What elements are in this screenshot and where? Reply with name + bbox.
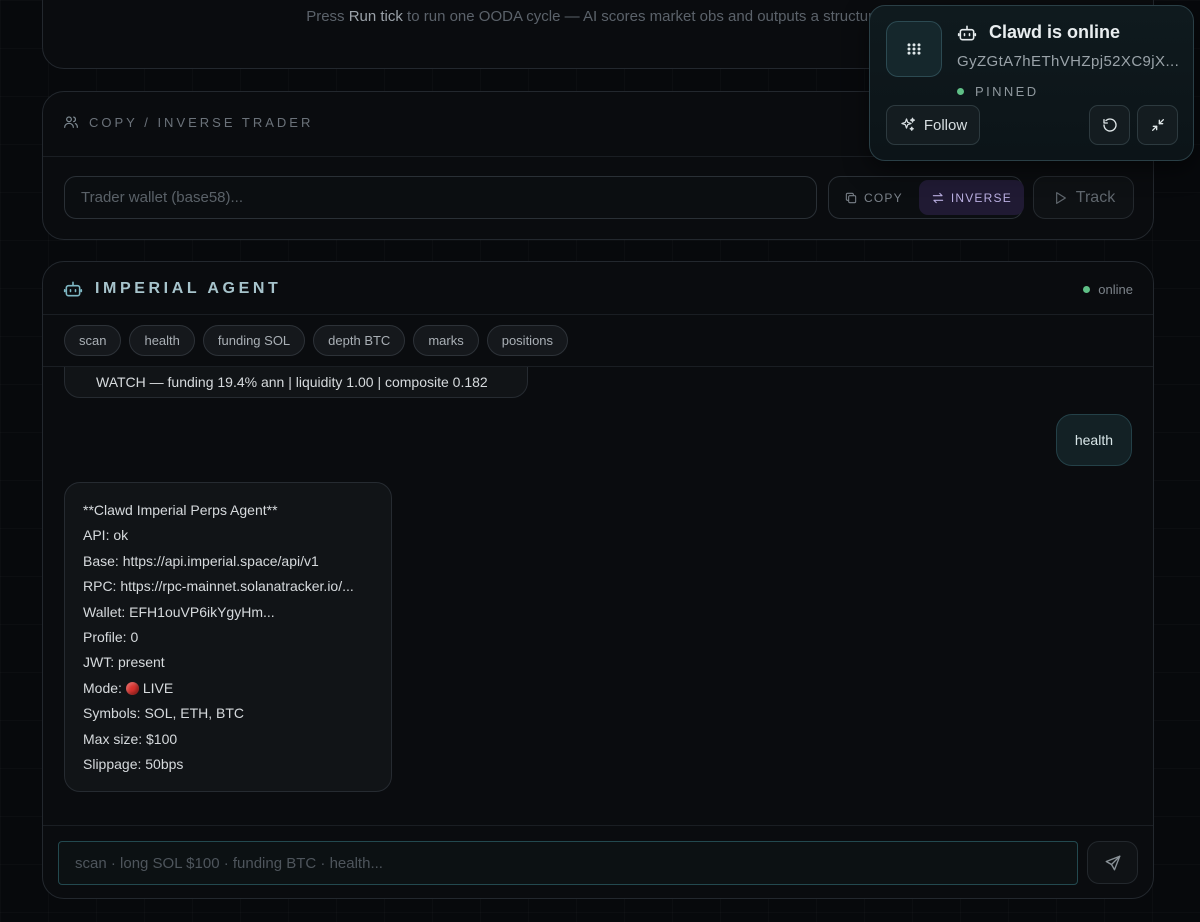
divider (43, 825, 1153, 826)
follow-button[interactable]: Follow (886, 105, 980, 145)
trader-wallet-input[interactable] (64, 176, 817, 219)
health-line: RPC: https://rpc-mainnet.solanatracker.i… (83, 578, 354, 595)
inverse-mode-label: INVERSE (950, 190, 1012, 205)
users-icon (64, 116, 78, 128)
copy-trader-title: COPY / INVERSE TRADER (89, 114, 314, 130)
widget-address: GyZGtA7hEThVHZpj52XC9jX... (957, 53, 1180, 70)
health-line: JWT: present (83, 654, 165, 671)
pinned-dot-icon (957, 88, 964, 95)
copy-mode-button[interactable]: COPY (832, 180, 915, 215)
minimize-button[interactable] (1137, 105, 1178, 145)
hint-action: Run tick (348, 8, 403, 25)
pinned-status: PINNED (957, 84, 1039, 99)
bot-message-text: WATCH — funding 19.4% ann | liquidity 1.… (96, 374, 488, 390)
bot-icon (63, 281, 83, 297)
agent-header: IMPERIAL AGENT online (63, 278, 1133, 300)
agent-command-input[interactable] (58, 841, 1078, 885)
copy-trader-header: COPY / INVERSE TRADER (63, 114, 313, 130)
chip-health[interactable]: health (129, 325, 195, 356)
health-line-mode: Mode: LIVE (83, 676, 373, 701)
play-icon (1055, 191, 1066, 204)
bot-message: WATCH — funding 19.4% ann | liquidity 1.… (64, 367, 528, 398)
health-line: API: ok (83, 527, 129, 544)
minimize-icon (1151, 119, 1164, 131)
online-dot-icon (1083, 285, 1091, 293)
chip-scan[interactable]: scan (64, 325, 122, 356)
agent-title: IMPERIAL AGENT (63, 279, 281, 299)
mode-label: Mode: (83, 679, 126, 696)
quick-commands: scan health funding SOL depth BTC marks … (64, 325, 569, 356)
health-line: **Clawd Imperial Perps Agent** (83, 502, 278, 518)
health-line: Max size: $100 (83, 730, 178, 747)
pinned-label: PINNED (975, 84, 1039, 99)
chip-positions[interactable]: positions (486, 325, 569, 356)
follow-label: Follow (923, 116, 968, 134)
hint-prefix: Press (306, 8, 349, 25)
copy-icon (845, 192, 857, 203)
chip-marks[interactable]: marks (413, 325, 479, 356)
reset-button[interactable] (1089, 105, 1130, 145)
health-line: Profile: 0 (83, 628, 139, 645)
chip-depth-btc[interactable]: depth BTC (313, 325, 406, 356)
track-label: Track (1075, 188, 1116, 206)
chip-funding-sol[interactable]: funding SOL (202, 325, 306, 356)
mode-value: LIVE (142, 679, 174, 696)
send-button[interactable] (1087, 841, 1138, 884)
imperial-agent-card: IMPERIAL AGENT online scan health fundin… (42, 261, 1154, 899)
copy-mode-toggle: COPY INVERSE (828, 176, 1024, 219)
grip-dots-icon (907, 43, 921, 55)
bot-health-message: **Clawd Imperial Perps Agent** API: ok B… (64, 482, 392, 793)
hint-suffix: to run one OODA cycle — AI scores market… (402, 8, 890, 25)
chat-messages[interactable]: WATCH — funding 19.4% ann | liquidity 1.… (43, 367, 1153, 825)
widget-title-label: Clawd is online (989, 22, 1121, 42)
swap-arrows-icon (932, 192, 944, 203)
user-message-text: health (1074, 432, 1113, 448)
sparkles-icon (901, 117, 915, 131)
health-line: Base: https://api.imperial.space/api/v1 (83, 552, 319, 569)
copy-mode-label: COPY (864, 190, 903, 205)
widget-title: Clawd is online (957, 22, 1120, 43)
rotate-ccw-icon (1102, 118, 1117, 132)
widget-drag-handle[interactable] (886, 21, 942, 77)
agent-title-label: IMPERIAL AGENT (95, 280, 282, 297)
agent-status-label: online (1098, 281, 1133, 297)
health-line: Wallet: EFH1ouVP6ikYgyHm... (83, 603, 275, 620)
track-button[interactable]: Track (1033, 176, 1134, 219)
send-icon (1105, 855, 1120, 870)
health-line: Symbols: SOL, ETH, BTC (83, 705, 245, 722)
bot-icon (957, 25, 977, 40)
agent-status: online (1083, 282, 1133, 297)
red-circle-icon (125, 681, 139, 695)
agent-widget: Clawd is online GyZGtA7hEThVHZpj52XC9jX.… (869, 5, 1194, 161)
user-message: health (1055, 414, 1132, 466)
inverse-mode-button[interactable]: INVERSE (918, 180, 1024, 215)
divider (43, 314, 1153, 315)
health-line: Slippage: 50bps (83, 755, 184, 772)
